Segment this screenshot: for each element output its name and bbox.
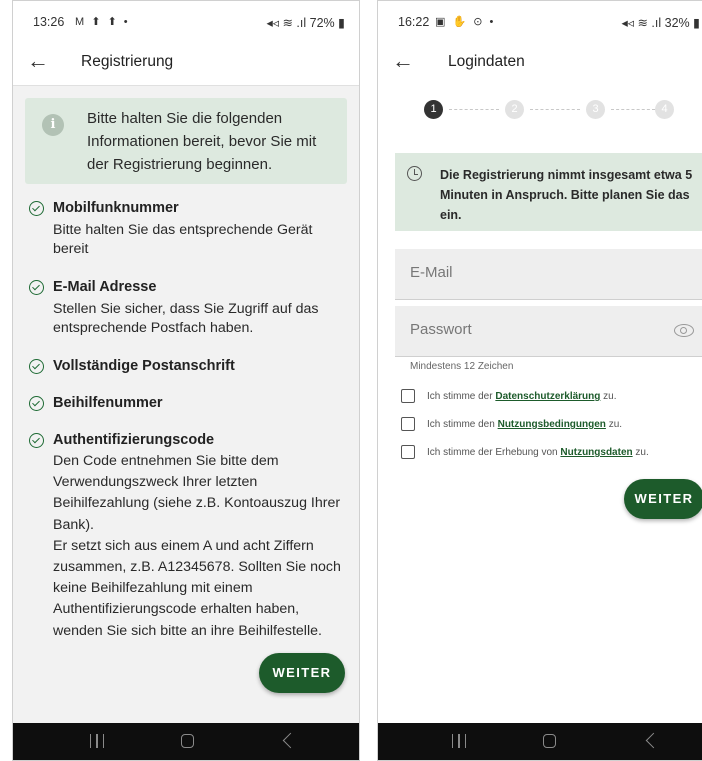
requirement-title: E-Mail Adresse	[53, 279, 157, 295]
step-connector	[611, 109, 655, 110]
nav-back-icon[interactable]	[645, 732, 662, 749]
usage-data-link[interactable]: Nutzungsdaten	[560, 447, 632, 458]
requirement-title: Vollständige Postanschrift	[53, 358, 235, 374]
clock-icon	[407, 166, 422, 181]
status-time: 13:26	[33, 15, 65, 29]
requirement-address: Vollständige Postanschrift	[28, 357, 347, 375]
progress-stepper: 1 2 3 4	[424, 100, 674, 120]
check-circle-icon	[29, 201, 44, 216]
weiter-button[interactable]: WEITER	[624, 479, 702, 519]
page-title: Logindaten	[448, 53, 525, 70]
privacy-consent-text: Ich stimme der Datenschutzerklärung zu.	[427, 391, 617, 402]
terms-consent-text: Ich stimme den Nutzungsbedingungen zu.	[427, 419, 623, 430]
status-bar: 16:22 ▣ ✋ ⊙ • ◂◃ ≋ .ıl 32% ▮	[378, 1, 702, 41]
requirement-email: E-Mail Adresse Stellen Sie sicher, dass …	[28, 278, 347, 338]
system-nav-bar	[378, 723, 702, 760]
back-arrow-icon[interactable]: ←	[392, 50, 414, 72]
email-placeholder: E-Mail	[410, 264, 453, 281]
system-nav-bar	[13, 723, 359, 760]
email-field[interactable]: E-Mail	[395, 249, 702, 300]
registration-screen: 13:26 M ⬆ ⬆ • ◂◃ ≋ .ıl 72% ▮ ← Registrie…	[12, 0, 360, 761]
page-title: Registrierung	[81, 53, 174, 70]
step-3: 3	[586, 100, 605, 119]
recent-apps-icon[interactable]	[452, 734, 466, 748]
terms-checkbox[interactable]	[401, 417, 415, 431]
status-right: ◂◃ ≋ .ıl 72% ▮	[266, 16, 345, 30]
password-field[interactable]: Passwort	[395, 306, 702, 357]
requirement-auth-code: Authentifizierungscode Den Code entnehme…	[28, 431, 347, 642]
info-text: Bitte halten Sie die folgenden Informati…	[87, 110, 317, 173]
step-1: 1	[424, 100, 443, 119]
terms-of-use-link[interactable]: Nutzungsbedingungen	[498, 419, 606, 430]
notification-icons: M ⬆ ⬆ •	[75, 16, 130, 28]
weiter-button[interactable]: WEITER	[259, 653, 345, 693]
home-icon[interactable]	[181, 734, 194, 748]
app-bar: ← Logindaten	[378, 41, 702, 83]
step-connector	[530, 109, 580, 110]
requirement-title: Beihilfenummer	[53, 395, 163, 411]
info-icon: i	[42, 114, 64, 136]
info-box: i Bitte halten Sie die folgenden Informa…	[25, 98, 347, 184]
check-circle-icon	[29, 359, 44, 374]
usage-data-consent-text: Ich stimme der Erhebung von Nutzungsdate…	[427, 447, 649, 458]
recent-apps-icon[interactable]	[90, 734, 104, 748]
requirement-beihilfenummer: Beihilfenummer	[28, 394, 347, 412]
password-placeholder: Passwort	[410, 321, 472, 338]
requirement-title: Mobilfunknummer	[53, 200, 179, 216]
login-data-screen: 16:22 ▣ ✋ ⊙ • ◂◃ ≋ .ıl 32% ▮ ← Logindate…	[377, 0, 702, 761]
info-box: Die Registrierung nimmt insgesamt etwa 5…	[395, 153, 702, 231]
check-circle-icon	[29, 396, 44, 411]
requirement-description: Stellen Sie sicher, dass Sie Zugriff auf…	[53, 301, 319, 336]
requirement-description-extra: Er setzt sich aus einem A und acht Ziffe…	[53, 537, 341, 639]
requirement-title: Authentifizierungscode	[53, 432, 215, 448]
status-right: ◂◃ ≋ .ıl 32% ▮	[621, 16, 700, 30]
app-bar: ← Registrierung	[13, 41, 359, 83]
privacy-checkbox[interactable]	[401, 389, 415, 403]
usage-data-checkbox[interactable]	[401, 445, 415, 459]
privacy-policy-link[interactable]: Datenschutzerklärung	[495, 391, 600, 402]
password-hint: Mindestens 12 Zeichen	[410, 361, 514, 372]
notification-icons: ▣ ✋ ⊙ •	[435, 16, 496, 28]
step-2: 2	[505, 100, 524, 119]
home-icon[interactable]	[543, 734, 556, 748]
requirements-list: Mobilfunknummer Bitte halten Sie das ent…	[28, 199, 347, 661]
nav-back-icon[interactable]	[282, 732, 299, 749]
registration-content: i Bitte halten Sie die folgenden Informa…	[13, 85, 359, 723]
requirement-mobile: Mobilfunknummer Bitte halten Sie das ent…	[28, 199, 347, 259]
status-bar: 13:26 M ⬆ ⬆ • ◂◃ ≋ .ıl 72% ▮	[13, 1, 359, 41]
requirement-description: Den Code entnehmen Sie bitte dem Verwend…	[53, 453, 341, 533]
step-connector	[449, 109, 499, 110]
check-circle-icon	[29, 280, 44, 295]
check-circle-icon	[29, 433, 44, 448]
info-text: Die Registrierung nimmt insgesamt etwa 5…	[440, 168, 693, 222]
requirement-description: Bitte halten Sie das entsprechende Gerät…	[53, 222, 313, 257]
eye-icon[interactable]	[674, 324, 694, 337]
status-time: 16:22	[398, 15, 430, 29]
back-arrow-icon[interactable]: ←	[27, 50, 49, 72]
step-4: 4	[655, 100, 674, 119]
